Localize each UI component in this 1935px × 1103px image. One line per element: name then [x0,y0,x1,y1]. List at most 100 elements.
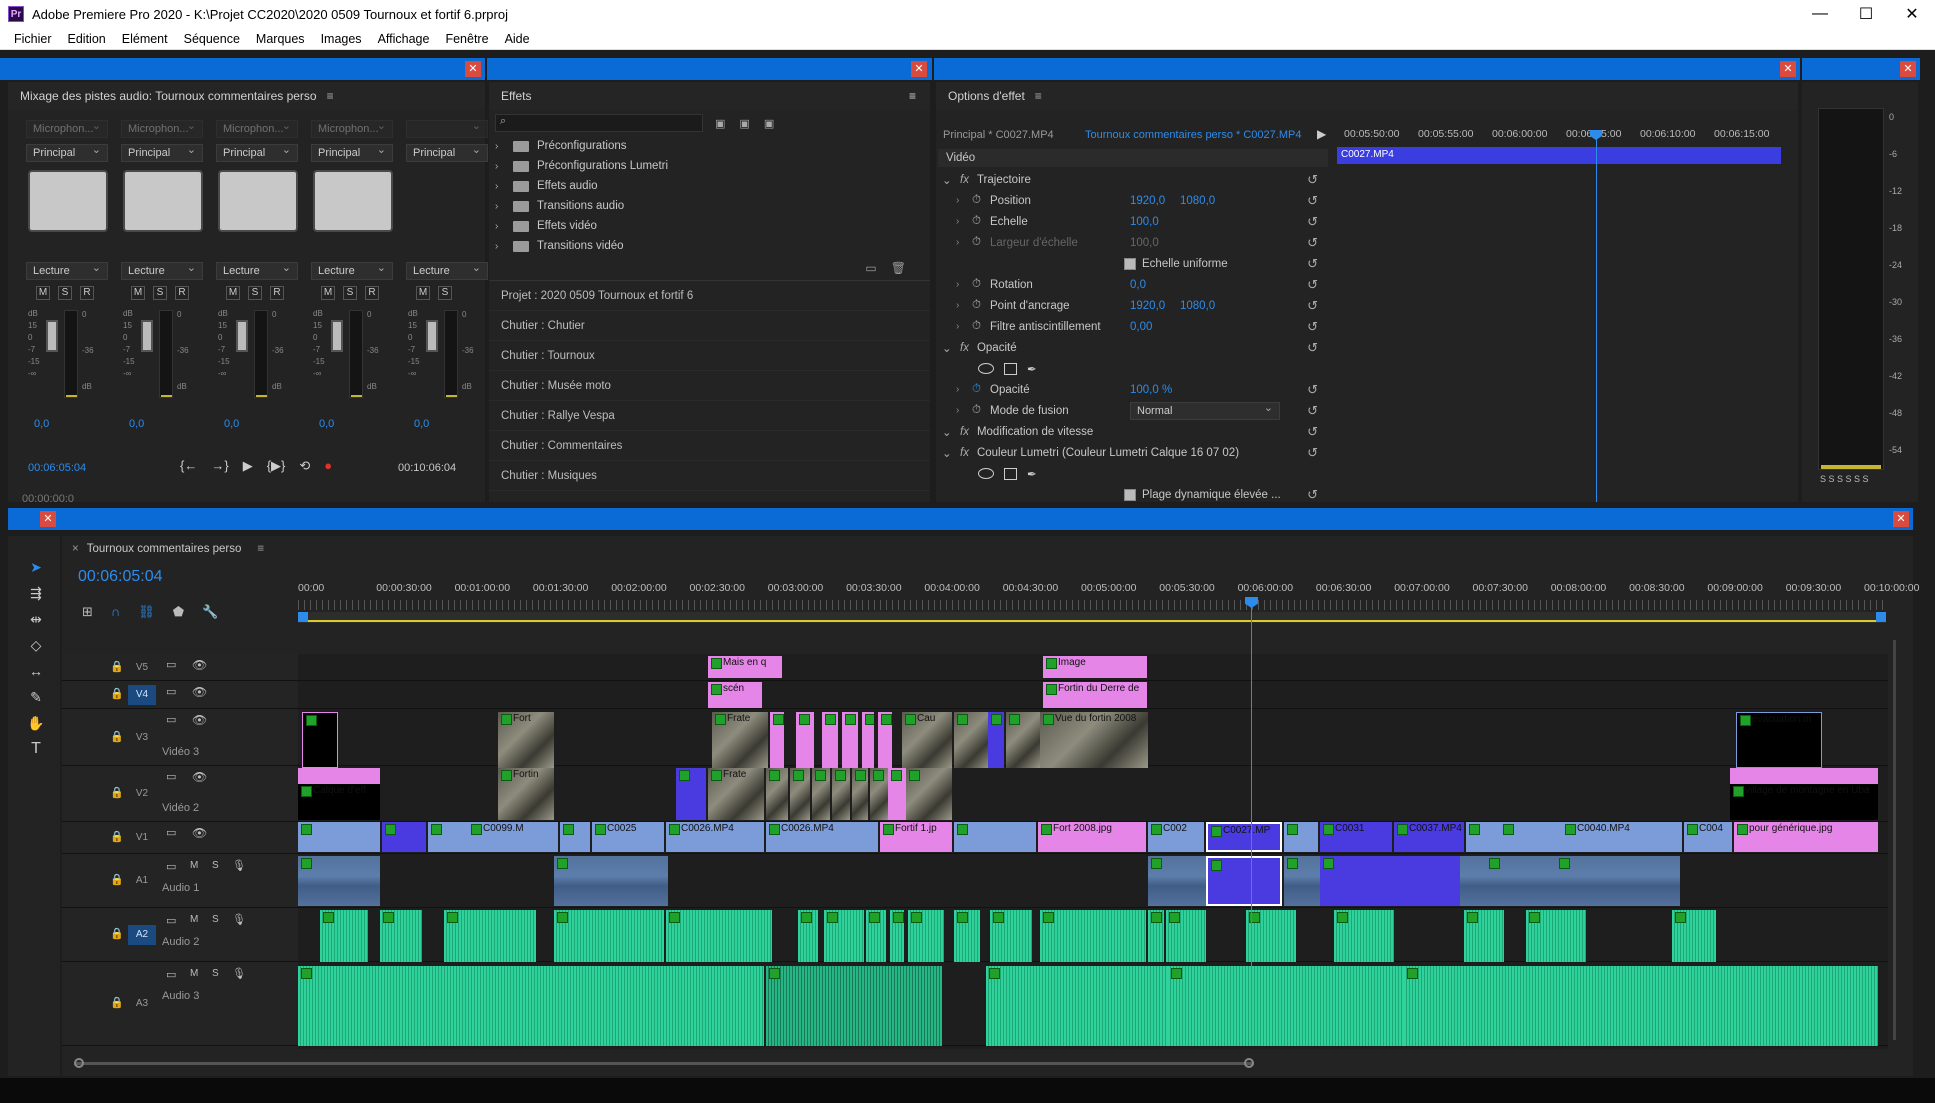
timeline-clip[interactable] [1320,856,1460,906]
timeline-clip[interactable]: Mais en q [708,656,782,678]
volume-fader-handle[interactable] [236,320,248,352]
reset-icon[interactable]: ↺ [1307,403,1318,419]
chevron-down-icon[interactable]: ⌄ [942,341,956,355]
eye-icon[interactable]: 👁 [192,770,207,784]
msr-button-s[interactable]: S [153,286,167,300]
stopwatch-icon[interactable]: ⏱ [972,383,986,396]
project-bin-tab[interactable]: Chutier : Chutier [489,311,930,341]
go-to-out-icon[interactable]: →} [211,458,228,474]
timeline-clip[interactable]: Cau [902,712,952,768]
chevron-right-icon[interactable]: › [956,321,972,332]
ellipse-mask-icon[interactable] [978,468,994,479]
lock-icon[interactable]: 🔒 [110,660,124,673]
track-target-button[interactable]: A2 [128,925,156,945]
timeline-clip[interactable]: Frate [708,768,764,820]
reset-icon[interactable]: ↺ [1307,256,1318,272]
automation-mode-select[interactable]: Lecture [311,260,393,280]
timeline-clip[interactable]: Fort [498,712,554,768]
timeline-clip[interactable] [954,910,980,962]
timeline-clip[interactable] [870,768,888,820]
reset-icon[interactable]: ↺ [1307,487,1318,503]
timeline-clip[interactable] [1526,910,1586,962]
timeline-clip[interactable] [428,822,468,852]
msr-button-m[interactable]: M [226,286,240,300]
hand-tool-icon[interactable]: ✋ [22,710,50,736]
scroll-handle-left[interactable] [74,1058,84,1068]
msr-button-m[interactable]: M [36,286,50,300]
panner-knob[interactable] [123,170,203,232]
input-select[interactable]: Microphon... [311,118,393,138]
msr-button-m[interactable]: M [321,286,335,300]
lock-icon[interactable]: 🔒 [110,927,124,940]
timeline-clip[interactable] [988,712,1004,768]
chevron-down-icon[interactable]: ⌄ [942,446,956,460]
project-bin-tab[interactable]: Chutier : Commentaires [489,431,930,461]
work-area-bar[interactable] [298,612,1886,623]
selection-tool-icon[interactable]: ➤ [22,554,50,580]
panel-menu-icon[interactable]: ≡ [1035,89,1042,103]
stopwatch-icon[interactable]: ⏱ [972,194,986,207]
timeline-clip[interactable] [842,712,858,768]
timeline-clip[interactable] [1166,910,1206,962]
timeline-clip[interactable]: Fortif 1.jp [880,822,952,852]
menu-sequence[interactable]: Séquence [176,32,248,46]
close-panel-icon[interactable]: ✕ [1900,61,1916,77]
solo-button[interactable]: S [212,968,219,979]
fx-icon[interactable]: fx [960,342,969,354]
msr-button-m[interactable]: M [416,286,430,300]
timeline-clip[interactable]: évacuation.m [1736,712,1822,768]
chevron-down-icon[interactable]: ⌄ [942,173,956,187]
chevron-right-icon[interactable]: › [956,300,972,311]
yuv-effects-icon[interactable]: ▣ [764,117,774,130]
horizontal-scrollbar[interactable] [74,1062,1254,1065]
reset-icon[interactable]: ↺ [1307,445,1318,461]
reset-icon[interactable]: ↺ [1307,214,1318,230]
accelerated-effects-icon[interactable]: ▣ [715,117,725,130]
sync-lock-icon[interactable]: ▭ [166,770,176,783]
timeline-clip[interactable] [1334,910,1394,962]
output-select[interactable]: Principal [121,142,203,162]
project-bin-tab[interactable]: Chutier : Rallye Vespa [489,401,930,431]
reset-icon[interactable]: ↺ [1307,193,1318,209]
timeline-clip[interactable]: Image [1043,656,1147,678]
panner-knob[interactable] [313,170,393,232]
stopwatch-icon[interactable]: ⏱ [972,320,986,333]
output-select[interactable]: Principal [216,142,298,162]
project-bin-tab[interactable]: Chutier : Musée moto [489,371,930,401]
checkbox[interactable] [1124,257,1136,270]
input-select[interactable] [406,118,488,138]
timeline-clip[interactable]: C004 [1684,822,1732,852]
chevron-right-icon[interactable]: › [956,237,972,248]
close-panel-icon[interactable]: ✕ [465,61,481,77]
timeline-clip[interactable] [382,822,426,852]
timeline-ruler[interactable]: 00:00 00:00:30:00 00:01:00:00 00:01:30:00 00… [298,576,1919,616]
property-value[interactable]: 100,0 [1130,237,1180,249]
timeline-clip[interactable] [298,856,380,906]
effects-folder-item[interactable]: › Préconfigurations [495,136,930,156]
timeline-clip[interactable] [302,712,338,768]
ripple-edit-tool-icon[interactable]: ⇹ [22,606,50,632]
property-value[interactable]: 100,0 [1130,216,1180,228]
track-target-button[interactable]: V1 [128,828,156,848]
menu-images[interactable]: Images [313,32,370,46]
razor-tool-icon[interactable]: ◇ [22,632,50,658]
timeline-clip[interactable]: C0025 [592,822,664,852]
rectangle-mask-icon[interactable] [1004,467,1017,480]
timeline-clip[interactable]: C0026.MP4 [666,822,764,852]
pen-mask-icon[interactable]: ✒ [1027,362,1037,376]
output-select[interactable]: Principal [26,142,108,162]
slip-tool-icon[interactable]: ↔ [22,658,50,684]
pen-mask-icon[interactable]: ✒ [1027,467,1037,481]
menu-fenetre[interactable]: Fenêtre [437,32,496,46]
play-icon[interactable]: ▶ [243,458,253,474]
property-value-2[interactable]: 1080,0 [1180,195,1215,207]
property-value[interactable]: 1920,0 [1130,195,1180,207]
timeline-clip[interactable] [1284,822,1318,852]
timeline-clip[interactable] [1168,966,1404,1046]
track-target-button[interactable]: V2 [128,784,156,804]
timeline-clip[interactable] [832,768,850,820]
track-select-tool-icon[interactable]: ⇶ [22,580,50,606]
nest-icon[interactable]: ⊞ [82,604,93,620]
timeline-clip[interactable] [1556,856,1680,906]
track-target-button[interactable]: V4 [128,685,156,705]
